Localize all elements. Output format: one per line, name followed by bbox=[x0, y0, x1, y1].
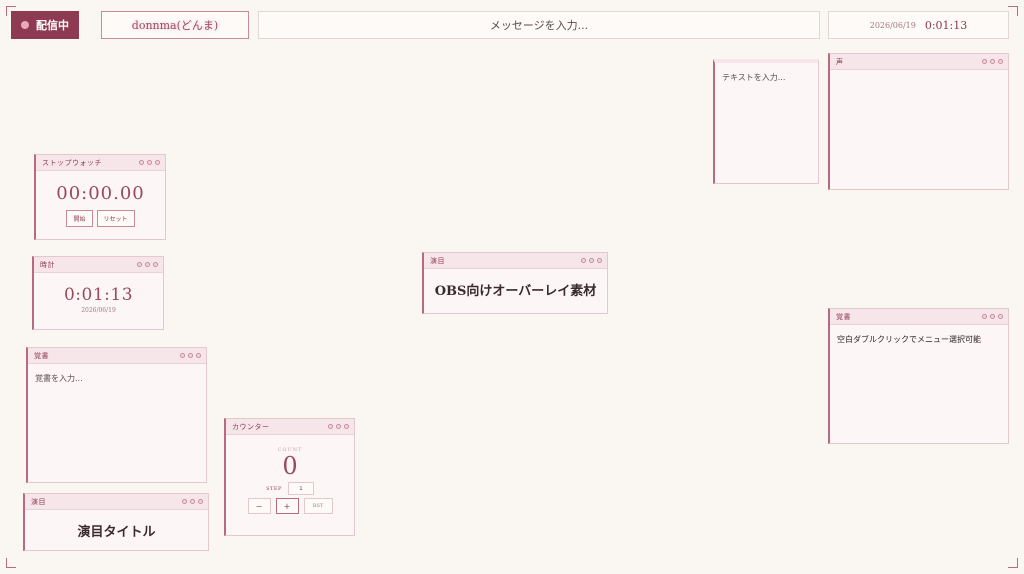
window-controls[interactable] bbox=[182, 499, 203, 504]
corner-mark-bottom-left bbox=[6, 558, 16, 568]
dot-icon[interactable] bbox=[188, 353, 193, 358]
header-time: 0:01:13 bbox=[924, 18, 968, 32]
header-date: 2026/06/19 bbox=[869, 20, 916, 30]
dot-icon[interactable] bbox=[982, 314, 987, 319]
clock-date: 2026/06/19 bbox=[81, 307, 116, 314]
widget-header[interactable]: 時計 bbox=[34, 257, 163, 273]
widget-header[interactable]: 覚書 bbox=[28, 348, 206, 364]
window-controls[interactable] bbox=[982, 314, 1003, 319]
window-controls[interactable] bbox=[139, 160, 160, 165]
dot-icon[interactable] bbox=[139, 160, 144, 165]
memo-widget-right[interactable]: 覚書 空白ダブルクリックでメニュー選択可能 bbox=[828, 308, 1009, 444]
live-status-label: 配信中 bbox=[36, 19, 69, 32]
window-controls[interactable] bbox=[328, 424, 349, 429]
dot-icon[interactable] bbox=[998, 59, 1003, 64]
clock-time: 0:01:13 bbox=[63, 285, 134, 305]
widget-header[interactable]: 演目 bbox=[424, 253, 607, 269]
dot-icon[interactable] bbox=[597, 258, 602, 263]
window-controls[interactable] bbox=[180, 353, 201, 358]
widget-title: ストップウォッチ bbox=[42, 158, 102, 167]
program-title: 演目タイトル bbox=[77, 525, 156, 540]
streamer-name: donnma(どんま) bbox=[131, 19, 219, 32]
dot-icon[interactable] bbox=[147, 160, 152, 165]
memo-input[interactable]: 覚書を入力... bbox=[28, 364, 206, 393]
widget-header[interactable]: 演目 bbox=[25, 494, 208, 510]
memo-text[interactable]: 空白ダブルクリックでメニュー選択可能 bbox=[830, 325, 1008, 354]
window-controls[interactable] bbox=[982, 59, 1003, 64]
program-widget-center[interactable]: 演目 OBS向けオーバーレイ素材 bbox=[422, 252, 608, 314]
reset-button[interactable]: リセット bbox=[96, 210, 135, 227]
dot-icon[interactable] bbox=[589, 258, 594, 263]
start-button[interactable]: 開始 bbox=[66, 210, 93, 227]
memo-widget-left[interactable]: 覚書 覚書を入力... bbox=[26, 347, 207, 483]
dot-icon[interactable] bbox=[982, 59, 987, 64]
text-input[interactable]: テキストを入力... bbox=[715, 63, 818, 92]
datetime-display: 2026/06/19 0:01:13 bbox=[828, 11, 1009, 39]
counter-widget[interactable]: カウンター COUNT 0 STEP − + RST bbox=[224, 418, 355, 536]
increment-button[interactable]: + bbox=[275, 498, 299, 514]
decrement-button[interactable]: − bbox=[247, 498, 271, 514]
widget-title: 声 bbox=[836, 57, 844, 66]
dot-icon[interactable] bbox=[336, 424, 341, 429]
widget-header[interactable]: カウンター bbox=[226, 419, 354, 435]
widget-title: 演目 bbox=[430, 256, 445, 265]
live-status-badge[interactable]: 配信中 bbox=[11, 11, 79, 39]
dot-icon[interactable] bbox=[196, 353, 201, 358]
widget-title: 演目 bbox=[31, 497, 46, 506]
dot-icon[interactable] bbox=[328, 424, 333, 429]
counter-reset-button[interactable]: RST bbox=[303, 498, 333, 514]
program-widget-bottom[interactable]: 演目 演目タイトル bbox=[23, 493, 209, 551]
dot-icon[interactable] bbox=[180, 353, 185, 358]
widget-header[interactable]: 声 bbox=[830, 54, 1008, 70]
dot-icon[interactable] bbox=[990, 314, 995, 319]
window-controls[interactable] bbox=[137, 262, 158, 267]
widget-title: 覚書 bbox=[836, 312, 851, 321]
widget-header[interactable]: ストップウォッチ bbox=[36, 155, 165, 171]
dot-icon[interactable] bbox=[990, 59, 995, 64]
window-controls[interactable] bbox=[581, 258, 602, 263]
dot-icon[interactable] bbox=[344, 424, 349, 429]
message-input[interactable] bbox=[258, 11, 820, 39]
count-value: 0 bbox=[282, 452, 298, 480]
widget-header[interactable]: 覚書 bbox=[830, 309, 1008, 325]
dot-icon[interactable] bbox=[155, 160, 160, 165]
corner-mark-bottom-right bbox=[1008, 558, 1018, 568]
stopwatch-time: 00:00.00 bbox=[56, 183, 145, 204]
text-widget[interactable]: テキストを入力... bbox=[713, 59, 819, 184]
step-label: STEP bbox=[266, 485, 282, 492]
step-input[interactable] bbox=[287, 482, 314, 495]
dot-icon[interactable] bbox=[198, 499, 203, 504]
dot-icon[interactable] bbox=[137, 262, 142, 267]
dot-icon[interactable] bbox=[581, 258, 586, 263]
dot-icon[interactable] bbox=[182, 499, 187, 504]
program-title: OBS向けオーバーレイ素材 bbox=[434, 284, 597, 299]
dot-icon[interactable] bbox=[145, 262, 150, 267]
dot-icon[interactable] bbox=[153, 262, 158, 267]
clock-widget[interactable]: 時計 0:01:13 2026/06/19 bbox=[32, 256, 164, 330]
dot-icon[interactable] bbox=[190, 499, 195, 504]
widget-title: 覚書 bbox=[34, 351, 49, 360]
corner-mark-top-right bbox=[1008, 6, 1018, 16]
live-dot-icon bbox=[21, 21, 29, 29]
widget-title: カウンター bbox=[232, 422, 270, 431]
stopwatch-widget[interactable]: ストップウォッチ 00:00.00 開始 リセット bbox=[34, 154, 166, 240]
streamer-name-box[interactable]: donnma(どんま) bbox=[101, 11, 249, 39]
dot-icon[interactable] bbox=[998, 314, 1003, 319]
voice-widget[interactable]: 声 bbox=[828, 53, 1009, 190]
widget-title: 時計 bbox=[40, 260, 55, 269]
